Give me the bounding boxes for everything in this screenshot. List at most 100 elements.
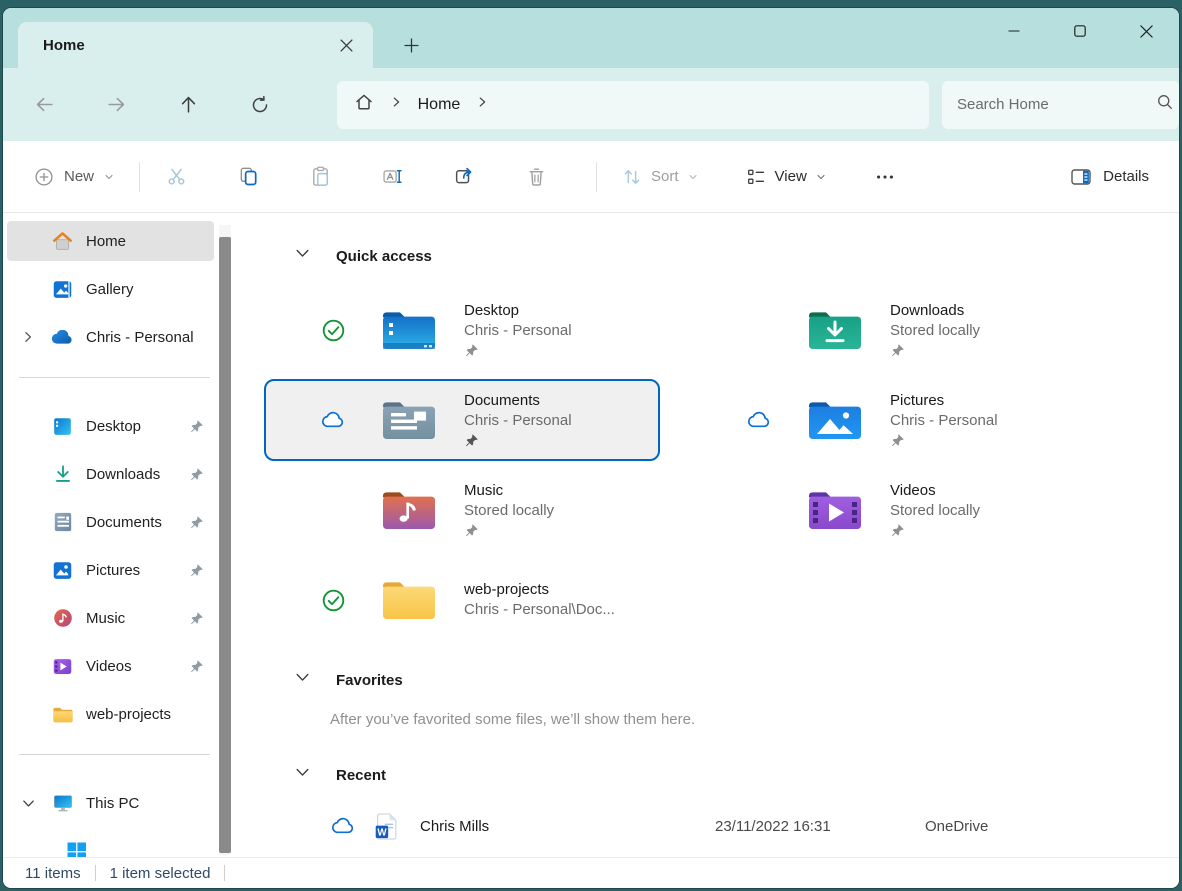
- back-button[interactable]: [25, 85, 64, 125]
- item-name: Downloads: [890, 301, 980, 321]
- see-more-button[interactable]: [861, 157, 909, 197]
- status-divider: [224, 865, 225, 881]
- section-quick-access-header[interactable]: Quick access: [264, 239, 1179, 273]
- tab-home[interactable]: Home: [18, 22, 373, 68]
- main-area: Home Gallery Chris - Personal Desktop Downlo…: [3, 213, 1179, 857]
- view-label: View: [775, 168, 807, 185]
- item-detail: Stored locally: [890, 321, 980, 341]
- chevron-down-icon[interactable]: [294, 764, 311, 786]
- quick-access-item-downloads[interactable]: DownloadsStored locally: [690, 289, 1086, 371]
- search-box[interactable]: [942, 81, 1179, 129]
- quick-access-item-videos[interactable]: VideosStored locally: [690, 469, 1086, 551]
- sidebar-item-partial[interactable]: [3, 831, 214, 857]
- pin-icon: [189, 467, 204, 482]
- section-title: Recent: [336, 767, 386, 784]
- toolbar-divider: [596, 162, 597, 192]
- section-title: Quick access: [336, 248, 432, 265]
- navigation-bar: Home: [3, 68, 1179, 141]
- search-icon[interactable]: [1156, 93, 1174, 116]
- share-button[interactable]: [440, 157, 488, 197]
- view-icon: [745, 166, 767, 188]
- quick-access-item-desktop[interactable]: DesktopChris - Personal: [264, 289, 660, 371]
- details-label: Details: [1103, 168, 1149, 185]
- music-icon: [51, 607, 74, 630]
- sidebar-item-web-projects[interactable]: web-projects: [7, 694, 214, 734]
- minimize-button[interactable]: [981, 8, 1047, 54]
- chevron-down-icon: [815, 171, 827, 183]
- quick-access-item-music[interactable]: MusicStored locally: [264, 469, 660, 551]
- close-button[interactable]: [1113, 8, 1179, 54]
- item-name: Documents: [464, 391, 572, 411]
- item-text: PicturesChris - Personal: [890, 391, 998, 450]
- up-button[interactable]: [169, 85, 208, 125]
- rename-button[interactable]: [368, 157, 416, 197]
- command-toolbar: New Sort View: [3, 141, 1179, 213]
- recent-file-chris-mills[interactable]: WChris Mills23/11/2022 16:31OneDrive: [264, 804, 1179, 848]
- quick-access-item-web-projects[interactable]: web-projectsChris - Personal\Doc...: [264, 559, 660, 641]
- sidebar-item-documents[interactable]: Documents: [7, 502, 214, 542]
- folder-documents-icon: [380, 396, 438, 444]
- copy-button[interactable]: [224, 157, 272, 197]
- sidebar-item-pictures[interactable]: Pictures: [7, 550, 214, 590]
- status-bar: 11 items 1 item selected: [3, 857, 1179, 888]
- cut-button[interactable]: [152, 157, 200, 197]
- details-pane-icon: [1069, 165, 1093, 189]
- sidebar-item-home[interactable]: Home: [7, 221, 214, 261]
- chevron-slot: [21, 466, 51, 482]
- chevron-down-icon[interactable]: [21, 795, 51, 811]
- pin-icon: [890, 342, 980, 360]
- breadcrumb-item-home[interactable]: Home: [418, 96, 461, 114]
- view-button[interactable]: View: [733, 157, 839, 197]
- delete-button[interactable]: [512, 157, 560, 197]
- search-input[interactable]: [957, 96, 1156, 113]
- documents-icon: [51, 511, 74, 534]
- sidebar-item-music[interactable]: Music: [7, 598, 214, 638]
- onedrive-icon: [51, 326, 74, 349]
- section-recent-header[interactable]: Recent: [264, 758, 1179, 792]
- sidebar-item-chris-personal[interactable]: Chris - Personal: [7, 317, 214, 357]
- details-button[interactable]: Details: [1057, 157, 1161, 197]
- pin-icon: [464, 522, 554, 540]
- recent-files-list: WChris Mills23/11/2022 16:31OneDrive: [264, 804, 1179, 857]
- sidebar-item-downloads[interactable]: Downloads: [7, 454, 214, 494]
- quick-access-item-pictures[interactable]: PicturesChris - Personal: [690, 379, 1086, 461]
- pin-icon: [189, 563, 204, 578]
- chevron-slot: [35, 843, 65, 857]
- sidebar-item-gallery[interactable]: Gallery: [7, 269, 214, 309]
- quick-access-item-documents[interactable]: DocumentsChris - Personal: [264, 379, 660, 461]
- sidebar-item-videos[interactable]: Videos: [7, 646, 214, 686]
- pin-icon: [189, 515, 204, 530]
- chevron-down-icon[interactable]: [294, 245, 311, 267]
- item-text: MusicStored locally: [464, 481, 554, 540]
- chevron-right-icon[interactable]: [21, 329, 51, 345]
- breadcrumb-home-icon[interactable]: [354, 92, 374, 117]
- pin-icon: [189, 659, 204, 674]
- maximize-button[interactable]: [1047, 8, 1113, 54]
- paste-button[interactable]: [296, 157, 344, 197]
- chevron-slot: [21, 610, 51, 626]
- item-name: Music: [464, 481, 554, 501]
- chevron-slot: [21, 514, 51, 530]
- pictures-icon: [51, 559, 74, 582]
- folder-videos-icon: [806, 486, 864, 534]
- breadcrumb[interactable]: Home: [337, 81, 929, 129]
- toolbar-divider: [139, 162, 140, 192]
- status-slot: [746, 317, 772, 343]
- quick-access-grid: DesktopChris - Personal DownloadsStored l…: [264, 289, 1179, 641]
- new-button[interactable]: New: [21, 157, 127, 197]
- chevron-right-icon: [389, 95, 403, 114]
- forward-button[interactable]: [97, 85, 136, 125]
- tab-close-icon[interactable]: [333, 32, 359, 58]
- chevron-right-icon[interactable]: [475, 95, 489, 114]
- sidebar-item-desktop[interactable]: Desktop: [7, 406, 214, 446]
- new-tab-button[interactable]: [395, 22, 427, 68]
- chevron-down-icon[interactable]: [294, 669, 311, 691]
- sidebar-item-this-pc[interactable]: This PC: [7, 783, 214, 823]
- folder-downloads-icon: [806, 306, 864, 354]
- cloud-status-icon: [330, 817, 356, 835]
- sort-button[interactable]: Sort: [609, 157, 711, 197]
- selected-count: 1 item selected: [110, 865, 211, 882]
- section-favorites-header[interactable]: Favorites: [264, 663, 1179, 697]
- refresh-button[interactable]: [241, 85, 280, 125]
- sidebar-scrollbar[interactable]: [219, 237, 231, 853]
